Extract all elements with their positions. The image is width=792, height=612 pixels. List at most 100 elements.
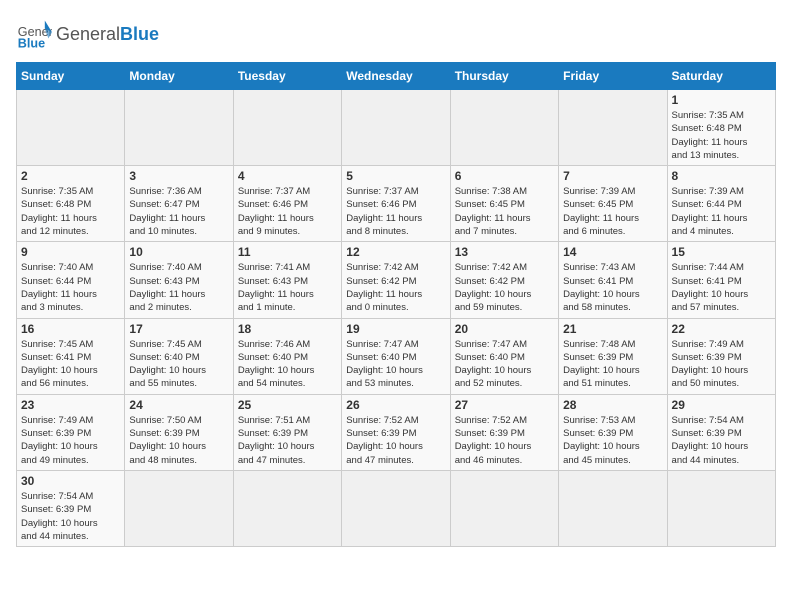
- day-info: Sunrise: 7:50 AM Sunset: 6:39 PM Dayligh…: [129, 414, 228, 467]
- day-info: Sunrise: 7:52 AM Sunset: 6:39 PM Dayligh…: [455, 414, 554, 467]
- calendar-cell: 1 Sunrise: 7:35 AM Sunset: 6:48 PM Daylig…: [667, 90, 775, 166]
- calendar-cell: 19 Sunrise: 7:47 AM Sunset: 6:40 PM Dayli…: [342, 318, 450, 394]
- day-info: Sunrise: 7:39 AM Sunset: 6:44 PM Dayligh…: [672, 185, 771, 238]
- calendar-cell: 28Sunrise: 7:53 AM Sunset: 6:39 PM Dayli…: [559, 394, 667, 470]
- calendar-table: SundayMondayTuesdayWednesdayThursdayFrid…: [16, 62, 776, 547]
- weekday-header-friday: Friday: [559, 63, 667, 90]
- day-number: 13: [455, 245, 554, 259]
- calendar-cell: 30 Sunrise: 7:54 AM Sunset: 6:39 PM Dayli…: [17, 470, 125, 546]
- calendar-cell: 22Sunrise: 7:49 AM Sunset: 6:39 PM Dayli…: [667, 318, 775, 394]
- logo-icon: General Blue: [16, 16, 52, 52]
- day-info: Sunrise: 7:46 AM Sunset: 6:40 PM Dayligh…: [238, 338, 337, 391]
- day-info: Sunrise: 7:54 AM Sunset: 6:39 PM Dayligh…: [672, 414, 771, 467]
- calendar-cell: [559, 90, 667, 166]
- day-number: 9: [21, 245, 120, 259]
- calendar-cell: 20 Sunrise: 7:47 AM Sunset: 6:40 PM Dayli…: [450, 318, 558, 394]
- day-number: 1: [672, 93, 771, 107]
- calendar-cell: 13Sunrise: 7:42 AM Sunset: 6:42 PM Dayli…: [450, 242, 558, 318]
- logo-general: General: [56, 24, 120, 45]
- calendar-cell: 4 Sunrise: 7:37 AM Sunset: 6:46 PM Daylig…: [233, 166, 341, 242]
- day-number: 3: [129, 169, 228, 183]
- day-number: 18: [238, 322, 337, 336]
- day-number: 24: [129, 398, 228, 412]
- weekday-header-sunday: Sunday: [17, 63, 125, 90]
- day-info: Sunrise: 7:40 AM Sunset: 6:44 PM Dayligh…: [21, 261, 120, 314]
- calendar-cell: [17, 90, 125, 166]
- day-info: Sunrise: 7:54 AM Sunset: 6:39 PM Dayligh…: [21, 490, 120, 543]
- day-number: 20: [455, 322, 554, 336]
- day-info: Sunrise: 7:42 AM Sunset: 6:42 PM Dayligh…: [346, 261, 445, 314]
- day-number: 30: [21, 474, 120, 488]
- day-number: 2: [21, 169, 120, 183]
- day-number: 6: [455, 169, 554, 183]
- calendar-cell: 16 Sunrise: 7:45 AM Sunset: 6:41 PM Dayli…: [17, 318, 125, 394]
- calendar-cell: [233, 470, 341, 546]
- calendar-cell: 27 Sunrise: 7:52 AM Sunset: 6:39 PM Dayli…: [450, 394, 558, 470]
- day-number: 23: [21, 398, 120, 412]
- day-info: Sunrise: 7:38 AM Sunset: 6:45 PM Dayligh…: [455, 185, 554, 238]
- day-info: Sunrise: 7:35 AM Sunset: 6:48 PM Dayligh…: [672, 109, 771, 162]
- day-info: Sunrise: 7:35 AM Sunset: 6:48 PM Dayligh…: [21, 185, 120, 238]
- day-info: Sunrise: 7:44 AM Sunset: 6:41 PM Dayligh…: [672, 261, 771, 314]
- calendar-cell: [450, 90, 558, 166]
- calendar-cell: 7 Sunrise: 7:39 AM Sunset: 6:45 PM Daylig…: [559, 166, 667, 242]
- day-number: 10: [129, 245, 228, 259]
- day-info: Sunrise: 7:52 AM Sunset: 6:39 PM Dayligh…: [346, 414, 445, 467]
- day-number: 4: [238, 169, 337, 183]
- weekday-header-thursday: Thursday: [450, 63, 558, 90]
- calendar-cell: 23 Sunrise: 7:49 AM Sunset: 6:39 PM Dayli…: [17, 394, 125, 470]
- day-info: Sunrise: 7:37 AM Sunset: 6:46 PM Dayligh…: [238, 185, 337, 238]
- day-number: 27: [455, 398, 554, 412]
- weekday-header-tuesday: Tuesday: [233, 63, 341, 90]
- svg-text:Blue: Blue: [18, 37, 45, 51]
- day-info: Sunrise: 7:36 AM Sunset: 6:47 PM Dayligh…: [129, 185, 228, 238]
- day-number: 29: [672, 398, 771, 412]
- calendar-cell: [559, 470, 667, 546]
- calendar-cell: [342, 470, 450, 546]
- day-info: Sunrise: 7:45 AM Sunset: 6:41 PM Dayligh…: [21, 338, 120, 391]
- calendar-cell: 25 Sunrise: 7:51 AM Sunset: 6:39 PM Dayli…: [233, 394, 341, 470]
- calendar-cell: 2 Sunrise: 7:35 AM Sunset: 6:48 PM Daylig…: [17, 166, 125, 242]
- day-info: Sunrise: 7:48 AM Sunset: 6:39 PM Dayligh…: [563, 338, 662, 391]
- day-info: Sunrise: 7:45 AM Sunset: 6:40 PM Dayligh…: [129, 338, 228, 391]
- day-number: 25: [238, 398, 337, 412]
- day-info: Sunrise: 7:51 AM Sunset: 6:39 PM Dayligh…: [238, 414, 337, 467]
- day-number: 7: [563, 169, 662, 183]
- calendar-cell: 21 Sunrise: 7:48 AM Sunset: 6:39 PM Dayli…: [559, 318, 667, 394]
- calendar-cell: 12 Sunrise: 7:42 AM Sunset: 6:42 PM Dayli…: [342, 242, 450, 318]
- day-number: 11: [238, 245, 337, 259]
- day-info: Sunrise: 7:47 AM Sunset: 6:40 PM Dayligh…: [455, 338, 554, 391]
- day-info: Sunrise: 7:49 AM Sunset: 6:39 PM Dayligh…: [21, 414, 120, 467]
- calendar-cell: 14Sunrise: 7:43 AM Sunset: 6:41 PM Dayli…: [559, 242, 667, 318]
- day-number: 12: [346, 245, 445, 259]
- day-info: Sunrise: 7:47 AM Sunset: 6:40 PM Dayligh…: [346, 338, 445, 391]
- day-info: Sunrise: 7:41 AM Sunset: 6:43 PM Dayligh…: [238, 261, 337, 314]
- calendar-cell: 9 Sunrise: 7:40 AM Sunset: 6:44 PM Daylig…: [17, 242, 125, 318]
- day-info: Sunrise: 7:39 AM Sunset: 6:45 PM Dayligh…: [563, 185, 662, 238]
- calendar-cell: 29 Sunrise: 7:54 AM Sunset: 6:39 PM Dayli…: [667, 394, 775, 470]
- page-header: General Blue General Blue: [16, 16, 776, 52]
- weekday-header-wednesday: Wednesday: [342, 63, 450, 90]
- day-number: 21: [563, 322, 662, 336]
- day-number: 15: [672, 245, 771, 259]
- day-number: 17: [129, 322, 228, 336]
- weekday-header-saturday: Saturday: [667, 63, 775, 90]
- day-info: Sunrise: 7:40 AM Sunset: 6:43 PM Dayligh…: [129, 261, 228, 314]
- day-number: 16: [21, 322, 120, 336]
- calendar-cell: 15 Sunrise: 7:44 AM Sunset: 6:41 PM Dayli…: [667, 242, 775, 318]
- day-number: 5: [346, 169, 445, 183]
- calendar-cell: 11 Sunrise: 7:41 AM Sunset: 6:43 PM Dayli…: [233, 242, 341, 318]
- calendar-cell: 8Sunrise: 7:39 AM Sunset: 6:44 PM Daylig…: [667, 166, 775, 242]
- calendar-cell: [667, 470, 775, 546]
- calendar-cell: 17 Sunrise: 7:45 AM Sunset: 6:40 PM Dayli…: [125, 318, 233, 394]
- day-number: 19: [346, 322, 445, 336]
- day-info: Sunrise: 7:43 AM Sunset: 6:41 PM Dayligh…: [563, 261, 662, 314]
- calendar-cell: [450, 470, 558, 546]
- day-info: Sunrise: 7:37 AM Sunset: 6:46 PM Dayligh…: [346, 185, 445, 238]
- day-info: Sunrise: 7:53 AM Sunset: 6:39 PM Dayligh…: [563, 414, 662, 467]
- weekday-header-monday: Monday: [125, 63, 233, 90]
- calendar-cell: 24 Sunrise: 7:50 AM Sunset: 6:39 PM Dayli…: [125, 394, 233, 470]
- calendar-cell: 10 Sunrise: 7:40 AM Sunset: 6:43 PM Dayli…: [125, 242, 233, 318]
- logo-blue: Blue: [120, 24, 159, 45]
- calendar-cell: [342, 90, 450, 166]
